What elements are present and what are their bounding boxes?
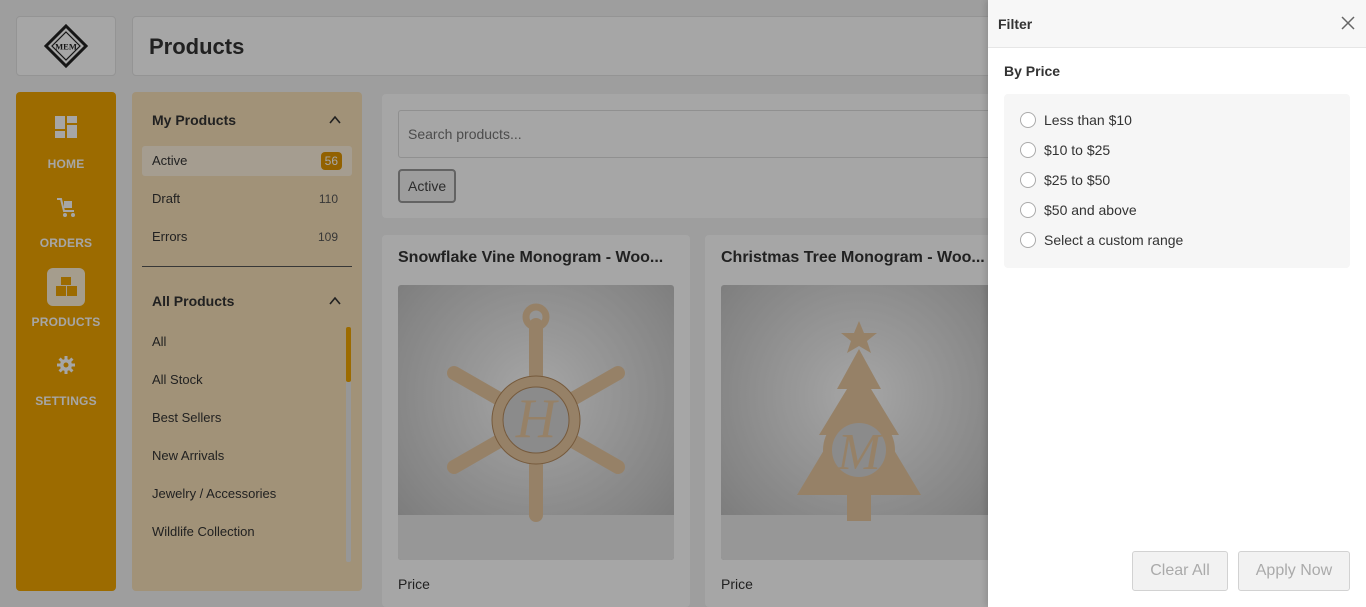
- drawer-title: Filter: [998, 16, 1033, 32]
- radio-button[interactable]: [1020, 172, 1036, 188]
- modal-backdrop[interactable]: [0, 0, 988, 607]
- drawer-header: Filter: [988, 0, 1366, 48]
- price-option-under-10[interactable]: Less than $10: [1020, 108, 1132, 132]
- radio-button[interactable]: [1020, 232, 1036, 248]
- filter-drawer: Filter By Price Less than $10 $10 to $25…: [988, 0, 1366, 607]
- price-option-10-25[interactable]: $10 to $25: [1020, 138, 1110, 162]
- radio-button[interactable]: [1020, 112, 1036, 128]
- option-label: Select a custom range: [1044, 232, 1184, 248]
- close-icon[interactable]: [1340, 15, 1356, 31]
- price-option-25-50[interactable]: $25 to $50: [1020, 168, 1110, 192]
- option-label: $25 to $50: [1044, 172, 1111, 188]
- price-option-custom[interactable]: Select a custom range: [1020, 228, 1183, 252]
- clear-all-button[interactable]: Clear All: [1132, 551, 1228, 591]
- price-options: Less than $10 $10 to $25 $25 to $50 $50 …: [1004, 94, 1350, 268]
- radio-button[interactable]: [1020, 202, 1036, 218]
- option-label: $50 and above: [1044, 202, 1137, 218]
- filter-section-heading: By Price: [1004, 63, 1061, 79]
- option-label: $10 to $25: [1044, 142, 1111, 158]
- option-label: Less than $10: [1044, 112, 1132, 128]
- price-option-50-plus[interactable]: $50 and above: [1020, 198, 1137, 222]
- radio-button[interactable]: [1020, 142, 1036, 158]
- apply-now-button[interactable]: Apply Now: [1238, 551, 1350, 591]
